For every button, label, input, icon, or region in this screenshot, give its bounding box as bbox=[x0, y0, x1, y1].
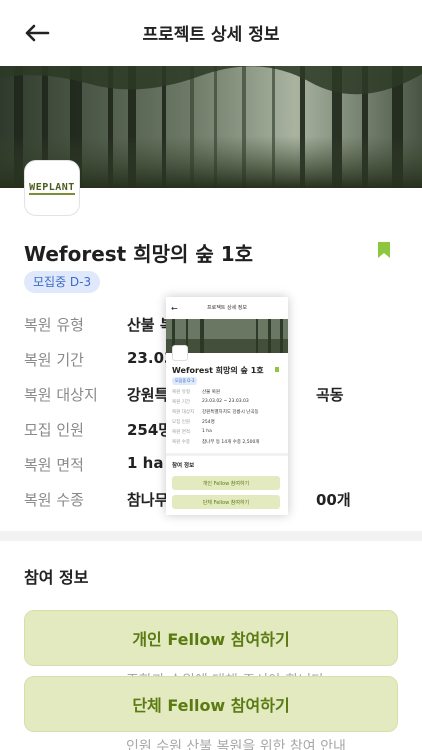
section-divider bbox=[0, 531, 422, 541]
bookmark-icon[interactable] bbox=[377, 241, 391, 259]
preview-info-label: 복원 수종 bbox=[172, 440, 190, 445]
participation-section-title: 참여 정보 bbox=[24, 568, 89, 587]
preview-info-value: 강원특별자치도 강릉시 난곡동 bbox=[202, 410, 259, 415]
individual-fellow-join-button[interactable]: 개인 Fellow 참여하기 bbox=[24, 610, 398, 666]
preview-info-label: 복원 유형 bbox=[172, 390, 190, 395]
preview-info-value: 23.03.02 ~ 23.03.03 bbox=[202, 399, 249, 404]
preview-project-title: Weforest 희망의 숲 1호 bbox=[172, 366, 264, 375]
info-value-suffix: 00개 bbox=[316, 491, 351, 509]
info-value: 강원특 bbox=[127, 386, 169, 404]
info-value: 1 ha bbox=[127, 454, 164, 472]
info-label: 복원 수종 bbox=[24, 491, 84, 509]
preview-info-label: 모집 인원 bbox=[172, 420, 190, 425]
preview-logo bbox=[172, 345, 188, 361]
recruitment-status-badge: 모집중 D-3 bbox=[24, 271, 101, 293]
page-title: 프로젝트 상세 정보 bbox=[142, 25, 280, 45]
preview-status-badge: 모집중 D-3 bbox=[172, 377, 198, 385]
preview-info-value: 254명 bbox=[202, 420, 215, 425]
preview-group-button: 단체 Fellow 참여하기 bbox=[172, 495, 280, 509]
info-label: 복원 기간 bbox=[24, 351, 84, 369]
screen-preview-inset: ← 프로젝트 상세 정보 Weforest 희망의 숲 1호 모집중 D-3 복… bbox=[166, 297, 288, 515]
preview-bookmark-icon bbox=[275, 367, 279, 372]
info-value: 참나무 bbox=[127, 491, 169, 509]
info-label: 복원 면적 bbox=[24, 456, 84, 474]
preview-individual-button: 개인 Fellow 참여하기 bbox=[172, 476, 280, 490]
info-label: 복원 유형 bbox=[24, 316, 84, 334]
info-value-suffix: 곡동 bbox=[316, 386, 344, 404]
info-label: 모집 인원 bbox=[24, 421, 84, 439]
preview-info-value: 산불 복원 bbox=[202, 390, 220, 395]
organization-logo: WEPLANT bbox=[24, 160, 80, 216]
info-label: 복원 대상지 bbox=[24, 386, 98, 404]
preview-divider bbox=[166, 453, 288, 456]
preview-info-label: 복원 대상지 bbox=[172, 410, 195, 415]
preview-info-value: 참나무 등 14개 수종 2,500개 bbox=[202, 440, 260, 445]
preview-info-label: 복원 면적 bbox=[172, 430, 190, 435]
logo-text: WEPLANT bbox=[29, 181, 75, 195]
participation-note: 인원 수원 산불 복원을 위한 참여 안내 bbox=[126, 739, 346, 750]
preview-info-value: 1 ha bbox=[202, 429, 212, 434]
group-fellow-join-button[interactable]: 단체 Fellow 참여하기 bbox=[24, 676, 398, 732]
preview-section-title: 참여 정보 bbox=[172, 463, 195, 469]
project-title: Weforest 희망의 숲 1호 bbox=[24, 242, 254, 266]
preview-page-title: 프로젝트 상세 정보 bbox=[207, 305, 247, 311]
app-header: 프로젝트 상세 정보 bbox=[0, 0, 422, 66]
preview-info-label: 복원 기간 bbox=[172, 400, 190, 405]
